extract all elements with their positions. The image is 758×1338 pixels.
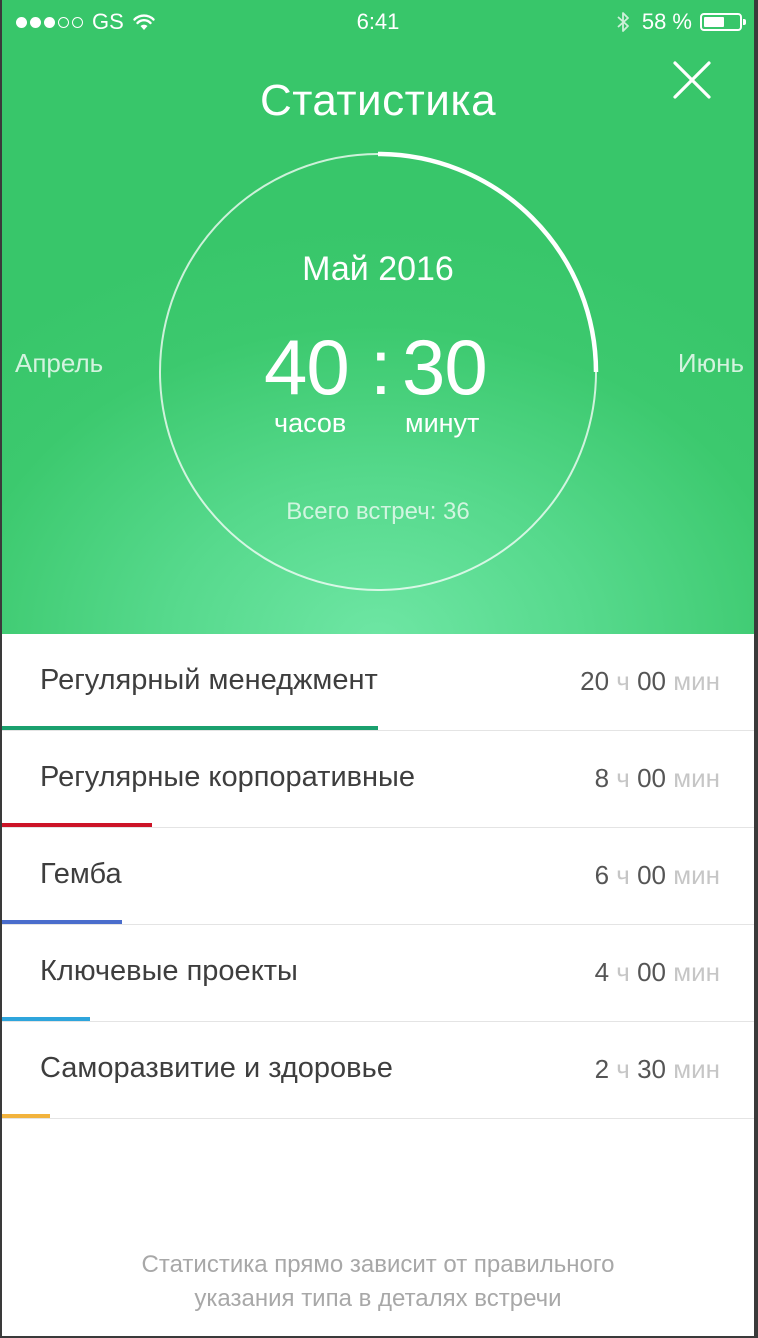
duration-minutes: 00 <box>637 666 666 696</box>
status-bar: GS 6:41 58 % <box>2 0 754 44</box>
minutes-value: 30 <box>402 323 488 411</box>
category-row[interactable]: Саморазвитие и здоровье 2 ч 30 мин <box>2 1022 754 1119</box>
duration-minutes-unit: мин <box>673 957 720 987</box>
stats-header-panel: GS 6:41 58 % Статистика Май 2016 40: 30… <box>2 0 754 634</box>
total-meetings: Всего встреч: 36 <box>286 498 470 525</box>
stats-screen: GS 6:41 58 % Статистика Май 2016 40: 30… <box>2 0 754 1336</box>
category-share-bar <box>2 726 378 730</box>
duration-hours-unit: ч <box>616 1054 630 1084</box>
category-row[interactable]: Регулярные корпоративные 8 ч 00 мин <box>2 731 754 828</box>
close-icon <box>673 61 711 99</box>
bluetooth-icon <box>617 12 629 32</box>
minutes-unit-label: минут <box>405 408 480 438</box>
prev-month-button[interactable]: Апрель <box>15 348 103 379</box>
battery-percent: 58 % <box>641 9 692 34</box>
footer-line: Статистика прямо зависит от правильного <box>141 1251 615 1278</box>
category-row[interactable]: Ключевые проекты 4 ч 00 мин <box>2 925 754 1022</box>
page-title: Статистика <box>259 76 497 125</box>
time-separator: : <box>370 323 392 411</box>
category-duration: 8 ч 00 мин <box>595 763 720 794</box>
duration-minutes-unit: мин <box>673 763 720 793</box>
category-name: Саморазвитие и здоровье <box>40 1052 393 1084</box>
duration-minutes: 30 <box>637 1054 666 1084</box>
current-month: Май 2016 <box>302 250 454 288</box>
duration-minutes: 00 <box>637 860 666 890</box>
category-row[interactable]: Регулярный менеджмент 20 ч 00 мин <box>2 634 754 731</box>
duration-hours-unit: ч <box>616 957 630 987</box>
duration-minutes-unit: мин <box>673 1054 720 1084</box>
battery-fill <box>704 17 724 27</box>
duration-hours-unit: ч <box>616 666 630 696</box>
duration-hours: 20 <box>580 666 610 696</box>
category-row[interactable]: Гемба 6 ч 00 мин <box>2 828 754 925</box>
category-name: Ключевые проекты <box>40 955 298 987</box>
duration-minutes-unit: мин <box>673 666 720 696</box>
duration-minutes-unit: мин <box>673 860 720 890</box>
category-duration: 2 ч 30 мин <box>595 1054 720 1085</box>
duration-hours-unit: ч <box>616 860 630 890</box>
category-share-bar <box>2 823 152 827</box>
duration-hours: 4 <box>594 957 610 987</box>
hours-unit-label: часов <box>274 408 347 438</box>
duration-hours: 2 <box>594 1054 610 1084</box>
duration-hours-unit: ч <box>616 763 630 793</box>
footer-note: Статистика прямо зависит от правильного … <box>2 1248 754 1316</box>
footer-line: указания типа в деталях встречи <box>194 1285 562 1312</box>
category-share-bar <box>2 920 122 924</box>
close-button[interactable] <box>672 60 712 100</box>
hours-value: 40 <box>264 323 350 411</box>
category-share-bar <box>2 1017 90 1021</box>
category-name: Гемба <box>40 858 122 890</box>
duration-minutes: 00 <box>637 957 666 987</box>
category-list: Регулярный менеджмент 20 ч 00 мин Регулярн… <box>2 634 754 1119</box>
category-name: Регулярный менеджмент <box>40 664 378 696</box>
duration-minutes: 00 <box>637 763 666 793</box>
duration-hours: 8 <box>594 763 610 793</box>
category-duration: 6 ч 00 мин <box>595 860 720 891</box>
category-share-bar <box>2 1114 50 1118</box>
category-name: Регулярные корпоративные <box>40 761 416 793</box>
next-month-button[interactable]: Июнь <box>678 348 744 379</box>
status-right: 58 % <box>616 9 746 35</box>
battery-icon <box>700 13 746 31</box>
duration-hours: 6 <box>594 860 610 890</box>
battery-nub <box>743 19 746 25</box>
category-duration: 20 ч 00 мин <box>580 666 720 697</box>
category-duration: 4 ч 00 мин <box>595 957 720 988</box>
